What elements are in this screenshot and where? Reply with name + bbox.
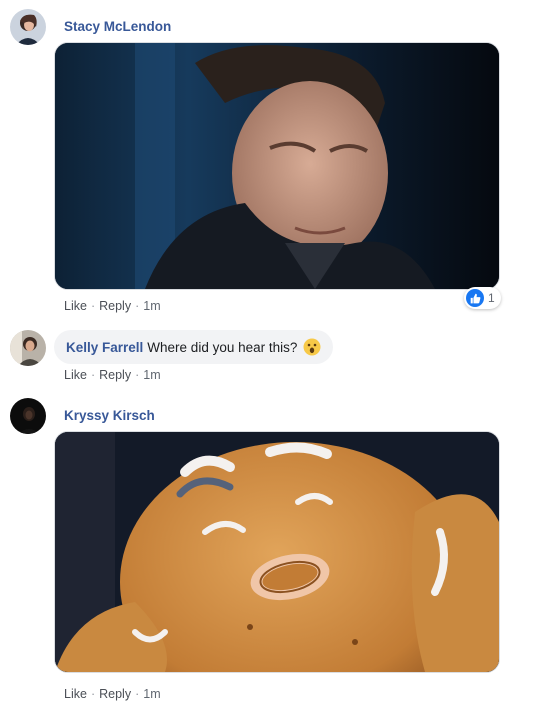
- reaction-count-value: 1: [488, 291, 495, 305]
- reply-link[interactable]: Reply: [99, 687, 131, 701]
- separator: ·: [90, 299, 96, 313]
- avatar[interactable]: [10, 398, 46, 434]
- timestamp[interactable]: 1m: [143, 299, 160, 313]
- comment-actions: Like · Reply · 1m: [64, 687, 161, 701]
- avatar[interactable]: [10, 330, 46, 366]
- separator: ·: [135, 687, 140, 701]
- comment-stacy: Stacy McLendon Like · Reply · 1m 1: [0, 0, 546, 320]
- like-icon: [466, 289, 484, 307]
- comment-author[interactable]: Kelly Farrell: [66, 340, 143, 355]
- comment-actions: Like · Reply · 1m: [64, 368, 161, 382]
- astonished-face-icon: [303, 338, 321, 356]
- gif-gingerbread-man-icon: [55, 432, 499, 672]
- comment-text: Where did you hear this?: [147, 339, 298, 355]
- like-link[interactable]: Like: [64, 299, 87, 313]
- avatar[interactable]: [10, 9, 46, 45]
- separator: ·: [135, 299, 140, 313]
- reply-link[interactable]: Reply: [99, 368, 131, 382]
- like-link[interactable]: Like: [64, 687, 87, 701]
- comment-kelly: Kelly Farrell Where did you hear this? L…: [0, 320, 546, 390]
- timestamp[interactable]: 1m: [143, 368, 160, 382]
- comment-bubble: Kelly Farrell Where did you hear this?: [54, 330, 334, 364]
- separator: ·: [90, 687, 96, 701]
- gif-media[interactable]: [54, 42, 500, 290]
- comment-author[interactable]: Stacy McLendon: [64, 19, 171, 34]
- gif-man-blinking-icon: [55, 43, 499, 289]
- reply-link[interactable]: Reply: [99, 299, 131, 313]
- comment-actions: Like · Reply · 1m: [64, 299, 161, 313]
- timestamp[interactable]: 1m: [143, 687, 160, 701]
- comment-author[interactable]: Kryssy Kirsch: [64, 408, 155, 423]
- separator: ·: [90, 368, 96, 382]
- like-link[interactable]: Like: [64, 368, 87, 382]
- gif-media[interactable]: [54, 431, 500, 673]
- separator: ·: [135, 368, 140, 382]
- comment-kryssy: Kryssy Kirsch Like · Reply · 1m: [0, 390, 546, 701]
- reaction-count[interactable]: 1: [464, 287, 501, 309]
